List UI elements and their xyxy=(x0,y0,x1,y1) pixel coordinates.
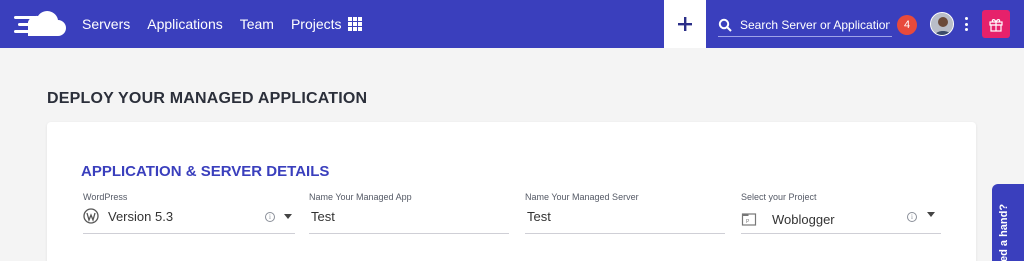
info-icon[interactable]: i xyxy=(265,212,275,222)
help-tab-label: ed a hand? xyxy=(998,203,1010,261)
svg-text:P: P xyxy=(746,219,750,225)
avatar-image xyxy=(931,13,953,35)
search-icon[interactable] xyxy=(718,18,732,32)
nav-projects[interactable]: Projects xyxy=(291,16,342,32)
app-name-input[interactable]: Test xyxy=(311,209,335,224)
server-name-label: Name Your Managed Server xyxy=(525,192,639,202)
section-title: APPLICATION & SERVER DETAILS xyxy=(81,163,330,180)
main-nav: Servers Applications Team Projects xyxy=(82,0,359,48)
top-navbar: Servers Applications Team Projects 4 xyxy=(0,0,1024,48)
caret-down-icon[interactable] xyxy=(927,212,935,217)
plus-icon xyxy=(678,17,692,31)
app-name-label: Name Your Managed App xyxy=(309,192,412,202)
cloud-logo-icon[interactable] xyxy=(14,10,66,38)
application-label: WordPress xyxy=(83,192,128,202)
caret-down-icon[interactable] xyxy=(284,214,292,219)
deploy-form-card: APPLICATION & SERVER DETAILS WordPress V… xyxy=(47,122,976,261)
project-icon: P xyxy=(741,213,757,226)
apps-grid-icon[interactable] xyxy=(348,17,362,31)
gift-button[interactable] xyxy=(982,10,1010,38)
avatar[interactable] xyxy=(930,12,954,36)
notification-badge[interactable]: 4 xyxy=(897,15,917,35)
page-title: DEPLOY YOUR MANAGED APPLICATION xyxy=(47,90,368,107)
project-select[interactable]: Select your Project P Woblogger i xyxy=(741,192,941,234)
project-value: Woblogger xyxy=(772,212,835,227)
info-icon[interactable]: i xyxy=(907,212,917,222)
gift-icon xyxy=(989,19,1003,32)
app-name-field[interactable]: Name Your Managed App Test xyxy=(309,192,509,234)
wordpress-icon xyxy=(83,208,99,224)
nav-servers[interactable]: Servers xyxy=(82,16,130,32)
application-select[interactable]: WordPress Version 5.3 i xyxy=(83,192,295,234)
server-name-field[interactable]: Name Your Managed Server Test xyxy=(525,192,725,234)
project-label: Select your Project xyxy=(741,192,817,202)
server-name-input[interactable]: Test xyxy=(527,209,551,224)
search-box xyxy=(718,13,892,37)
kebab-menu-icon[interactable] xyxy=(965,17,969,31)
nav-applications[interactable]: Applications xyxy=(147,16,223,32)
help-tab[interactable]: ed a hand? xyxy=(992,184,1024,261)
add-button[interactable] xyxy=(664,0,706,48)
search-input[interactable] xyxy=(740,17,890,32)
nav-team[interactable]: Team xyxy=(240,16,274,32)
application-version: Version 5.3 xyxy=(108,209,174,224)
